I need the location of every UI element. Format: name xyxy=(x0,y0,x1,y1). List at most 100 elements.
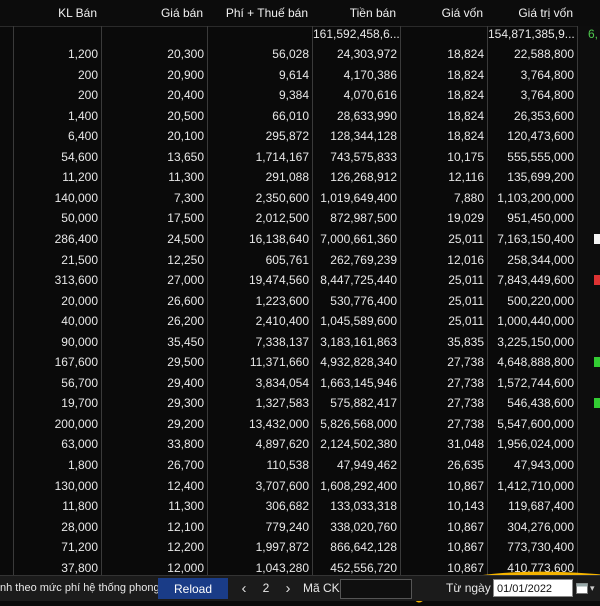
header-gia-tri-von[interactable]: Giá trị vốn xyxy=(488,0,577,26)
cell-gia-von: 10,143 xyxy=(447,499,484,514)
cell-tien-ban: 1,608,292,400 xyxy=(320,478,397,493)
cell-phi-thue-ban: 3,707,600 xyxy=(255,478,309,493)
table-row[interactable]: 20,000 26,600 1,223,600 530,776,400 25,011 50… xyxy=(0,291,600,311)
next-page-icon[interactable]: › xyxy=(278,578,298,599)
reload-button[interactable]: Reload xyxy=(158,578,228,599)
cell-gia-tri-von: 7,843,449,600 xyxy=(497,273,574,288)
cell-tien-ban: 338,020,760 xyxy=(330,519,397,534)
cell-gia-tri-von: 135,699,200 xyxy=(507,170,574,185)
header-kl-ban[interactable]: KL Bán xyxy=(13,0,101,26)
total-gia-tri-von: 154,871,385,9... xyxy=(488,27,575,41)
cell-gia-ban: 12,200 xyxy=(167,540,204,555)
table-row[interactable]: 200,000 29,200 13,432,000 5,826,568,000 27,7… xyxy=(0,414,600,434)
cell-tien-ban: 4,170,386 xyxy=(343,67,397,82)
table-row[interactable]: 63,000 33,800 4,897,620 2,124,502,380 31,048… xyxy=(0,434,600,454)
table-row[interactable]: 1,800 26,700 110,538 47,949,462 26,635 47,943… xyxy=(0,455,600,475)
cell-gia-von: 10,867 xyxy=(447,540,484,555)
cell-gia-von: 10,175 xyxy=(447,149,484,164)
cell-tien-ban: 575,882,417 xyxy=(330,396,397,411)
grid-header: KL Bán Giá bán Phí + Thuế bán Tiền bán G… xyxy=(0,0,600,27)
cell-gia-von: 27,738 xyxy=(447,416,484,431)
symbol-input[interactable] xyxy=(340,579,412,599)
cell-gia-tri-von: 3,764,800 xyxy=(520,88,574,103)
table-row[interactable]: 167,600 29,500 11,371,660 4,932,828,340 27,7… xyxy=(0,352,600,372)
cell-kl-ban: 19,700 xyxy=(61,396,98,411)
cell-gia-ban: 13,650 xyxy=(167,149,204,164)
cell-gia-ban: 11,300 xyxy=(168,499,204,514)
cell-kl-ban: 54,600 xyxy=(61,149,98,164)
table-row[interactable]: 28,000 12,100 779,240 338,020,760 10,867 304,… xyxy=(0,517,600,537)
table-row[interactable]: 11,200 11,300 291,088 126,268,912 12,116 135,… xyxy=(0,167,600,187)
cell-gia-von: 27,738 xyxy=(447,375,484,390)
cell-gia-tri-von: 546,438,600 xyxy=(507,396,574,411)
chevron-down-icon[interactable]: ▾ xyxy=(590,582,600,594)
table-row[interactable]: 19,700 29,300 1,327,583 575,882,417 27,738 54… xyxy=(0,393,600,413)
cell-phi-thue-ban: 56,028 xyxy=(272,47,309,61)
table-row[interactable]: 313,600 27,000 19,474,560 8,447,725,440 25,0… xyxy=(0,270,600,290)
table-row[interactable]: 11,800 11,300 306,682 133,033,318 10,143 119,… xyxy=(0,496,600,516)
cell-tien-ban: 24,303,972 xyxy=(336,47,397,61)
table-row[interactable]: 200 20,400 9,384 4,070,616 18,824 3,764,800 xyxy=(0,85,600,105)
cell-kl-ban: 6,400 xyxy=(67,129,98,144)
cell-tien-ban: 4,070,616 xyxy=(343,88,397,103)
header-gia-von[interactable]: Giá vốn xyxy=(401,0,487,26)
cell-phi-thue-ban: 779,240 xyxy=(265,519,309,534)
cell-gia-von: 35,835 xyxy=(447,334,484,349)
cell-kl-ban: 11,200 xyxy=(62,170,98,185)
cell-gia-tri-von: 119,687,400 xyxy=(508,499,574,514)
cell-gia-von: 25,011 xyxy=(448,293,484,308)
cell-gia-tri-von: 500,220,000 xyxy=(507,293,574,308)
cell-gia-von: 19,029 xyxy=(447,211,484,226)
cell-kl-ban: 71,200 xyxy=(61,540,98,555)
prev-page-icon[interactable]: ‹ xyxy=(234,578,254,599)
cell-gia-tri-von: 3,764,800 xyxy=(520,67,574,82)
bottom-toolbar: nh theo mức phí hệ thống phong tỏa Reloa… xyxy=(0,575,600,601)
cell-phi-thue-ban: 1,327,583 xyxy=(255,396,309,411)
cell-gia-ban: 12,100 xyxy=(167,519,204,534)
cell-tien-ban: 133,033,318 xyxy=(330,499,397,514)
cell-tien-ban: 1,019,649,400 xyxy=(320,190,397,205)
cell-gia-ban: 12,250 xyxy=(167,252,204,267)
cell-kl-ban: 37,800 xyxy=(61,560,98,575)
header-tien-ban[interactable]: Tiền bán xyxy=(313,0,400,26)
table-row[interactable]: 56,700 29,400 3,834,054 1,663,145,946 27,738… xyxy=(0,373,600,393)
cell-tien-ban: 7,000,661,360 xyxy=(320,231,397,246)
table-row[interactable]: 1,400 20,500 66,010 28,633,990 18,824 26,353,… xyxy=(0,106,600,126)
calendar-icon[interactable] xyxy=(576,582,588,594)
table-row[interactable]: 130,000 12,400 3,707,600 1,608,292,400 10,86… xyxy=(0,476,600,496)
cell-gia-ban: 29,200 xyxy=(167,416,204,431)
cell-gia-ban: 20,500 xyxy=(167,108,204,123)
cell-phi-thue-ban: 306,682 xyxy=(265,499,309,514)
from-date-input[interactable]: 01/01/2022 xyxy=(493,579,573,597)
cell-kl-ban: 200 xyxy=(77,88,98,103)
header-gia-ban[interactable]: Giá bán xyxy=(102,0,207,26)
cell-gia-tri-von: 7,163,150,400 xyxy=(497,231,574,246)
header-phi-thue-ban[interactable]: Phí + Thuế bán xyxy=(208,0,312,26)
page-number[interactable]: 2 xyxy=(258,578,274,599)
cell-gia-tri-von: 1,956,024,000 xyxy=(497,437,574,452)
cell-gia-tri-von: 1,103,200,000 xyxy=(497,190,574,205)
status-text: nh theo mức phí hệ thống phong tỏa xyxy=(0,582,178,594)
cell-kl-ban: 28,000 xyxy=(61,519,98,534)
table-row[interactable]: 6,400 20,100 295,872 128,344,128 18,824 120,4… xyxy=(0,126,600,146)
table-row[interactable]: 140,000 7,300 2,350,600 1,019,649,400 7,880 1… xyxy=(0,188,600,208)
cell-gia-tri-von: 1,412,710,000 xyxy=(497,478,574,493)
cell-gia-ban: 11,300 xyxy=(168,170,204,185)
cell-gia-tri-von: 47,943,000 xyxy=(513,458,574,472)
table-row[interactable]: 200 20,900 9,614 4,170,386 18,824 3,764,800 xyxy=(0,65,600,85)
table-row[interactable]: 54,600 13,650 1,714,167 743,575,833 10,175 55… xyxy=(0,147,600,167)
cell-gia-ban: 27,000 xyxy=(167,273,204,288)
table-row[interactable]: 71,200 12,200 1,997,872 866,642,128 10,867 77… xyxy=(0,537,600,557)
cell-kl-ban: 286,400 xyxy=(54,231,98,246)
cell-kl-ban: 140,000 xyxy=(54,190,98,205)
table-row[interactable]: 50,000 17,500 2,012,500 872,987,500 19,029 95… xyxy=(0,208,600,228)
table-row[interactable]: 21,500 12,250 605,761 262,769,239 12,016 258,… xyxy=(0,250,600,270)
cell-gia-ban: 17,500 xyxy=(167,211,204,226)
table-row[interactable]: 90,000 35,450 7,338,137 3,183,161,863 35,835… xyxy=(0,332,600,352)
cell-gia-ban: 7,300 xyxy=(173,190,204,205)
table-row[interactable]: 286,400 24,500 16,138,640 7,000,661,360 25,0… xyxy=(0,229,600,249)
cell-gia-tri-von: 5,547,600,000 xyxy=(497,416,574,431)
table-row[interactable]: 1,200 20,300 56,028 24,303,972 18,824 22,588,… xyxy=(0,44,600,64)
table-row[interactable]: 40,000 26,200 2,410,400 1,045,589,600 25,011… xyxy=(0,311,600,331)
cell-tien-ban: 126,268,912 xyxy=(330,170,397,185)
